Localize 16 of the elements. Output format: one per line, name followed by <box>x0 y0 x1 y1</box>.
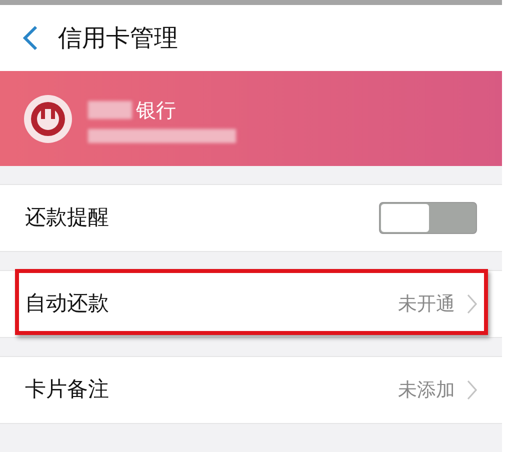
row-value: 未开通 <box>398 292 455 317</box>
row-label: 卡片备注 <box>25 376 109 404</box>
bank-name: 银行 <box>136 96 176 124</box>
settings-row[interactable]: 自动还款 未开通 <box>0 270 502 338</box>
toggle-switch[interactable] <box>379 202 477 234</box>
redacted-text <box>88 100 132 118</box>
chevron-right-icon <box>467 380 477 400</box>
row-value: 未添加 <box>398 378 455 403</box>
page-title: 信用卡管理 <box>58 23 178 54</box>
back-icon[interactable] <box>22 25 38 51</box>
settings-row[interactable]: 还款提醒 <box>0 184 502 252</box>
bank-logo-icon <box>24 94 72 142</box>
chevron-right-icon <box>467 294 477 314</box>
row-label: 自动还款 <box>25 290 109 318</box>
row-label: 还款提醒 <box>25 204 109 232</box>
settings-row[interactable]: 卡片备注 未添加 <box>0 356 502 424</box>
